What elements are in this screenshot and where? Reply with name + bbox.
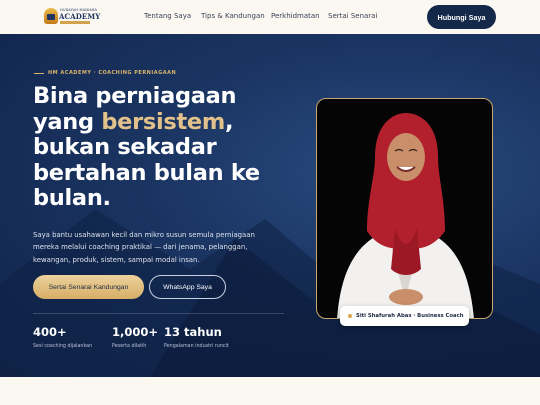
logo-emblem-icon <box>44 8 58 24</box>
portrait-caption: Siti Shafurah Abas · Business Coach <box>340 306 469 326</box>
headline-line-2-prefix: yang <box>33 108 102 135</box>
headline-line-2-suffix: , <box>225 108 234 135</box>
headline-line-1: Bina perniagaan <box>33 83 237 109</box>
logo-wordmark: ACADEMY <box>59 12 101 21</box>
headline-line-3: bukan sekadar <box>33 134 217 160</box>
caption-text: Siti Shafurah Abas · Business Coach <box>356 313 464 319</box>
nav-link-tips-kandungan[interactable]: Tips & Kandungan <box>201 12 265 20</box>
stat-label: Peserta dilatih <box>112 344 147 349</box>
whatsapp-button[interactable]: WhatsApp Saya <box>149 275 226 299</box>
stat-value: 13 tahun <box>164 325 222 339</box>
headline-line-5: bulan. <box>33 185 111 211</box>
join-list-button[interactable]: Sertai Senarai Kandungan <box>33 275 144 299</box>
stat-value: 1,000+ <box>112 325 159 339</box>
stat-label: Sesi coaching dijalankan <box>33 344 93 349</box>
hero-headline: Bina perniagaan yang bersistem, bukan se… <box>33 83 283 212</box>
eyebrow-text: HM ACADEMY · COACHING PERNIAGAAN <box>48 70 177 76</box>
stat-participants: 1,000+ Peserta dilatih <box>112 325 158 349</box>
stat-sessions: 400+ Sesi coaching dijalankan <box>33 325 92 349</box>
nav-link-sertai-senarai[interactable]: Sertai Senarai <box>328 12 377 20</box>
stat-value: 400+ <box>33 325 67 339</box>
stat-label: Pengalaman industri runcit <box>164 344 229 349</box>
caption-dot-icon <box>348 314 352 318</box>
stats-divider <box>33 313 284 314</box>
hero-description: Saya bantu usahawan kecil dan mikro susu… <box>33 231 255 264</box>
coach-photo-illustration <box>337 113 474 318</box>
contact-button[interactable]: Hubungi Saya <box>427 5 496 29</box>
nav-link-tentang-saya[interactable]: Tentang Saya <box>144 12 191 20</box>
eyebrow-line <box>34 72 44 74</box>
eyebrow: HM ACADEMY · COACHING PERNIAGAAN <box>34 70 176 76</box>
headline-line-4: bertahan bulan ke <box>33 159 260 186</box>
top-navigation: HUDAYAH MANIARA ACADEMY Tentang Saya Tip… <box>0 0 540 34</box>
academy-logo[interactable]: HUDAYAH MANIARA ACADEMY <box>44 7 100 27</box>
headline-highlight: bersistem <box>101 108 226 135</box>
stat-experience: 13 tahun Pengalaman industri runcit <box>164 325 229 349</box>
next-section-start <box>0 377 540 405</box>
nav-link-perkhidmatan[interactable]: Perkhidmatan <box>271 12 320 20</box>
coach-portrait <box>316 98 493 319</box>
hero-section: HM ACADEMY · COACHING PERNIAGAAN Bina pe… <box>0 34 540 377</box>
logo-ribbon <box>60 21 90 24</box>
